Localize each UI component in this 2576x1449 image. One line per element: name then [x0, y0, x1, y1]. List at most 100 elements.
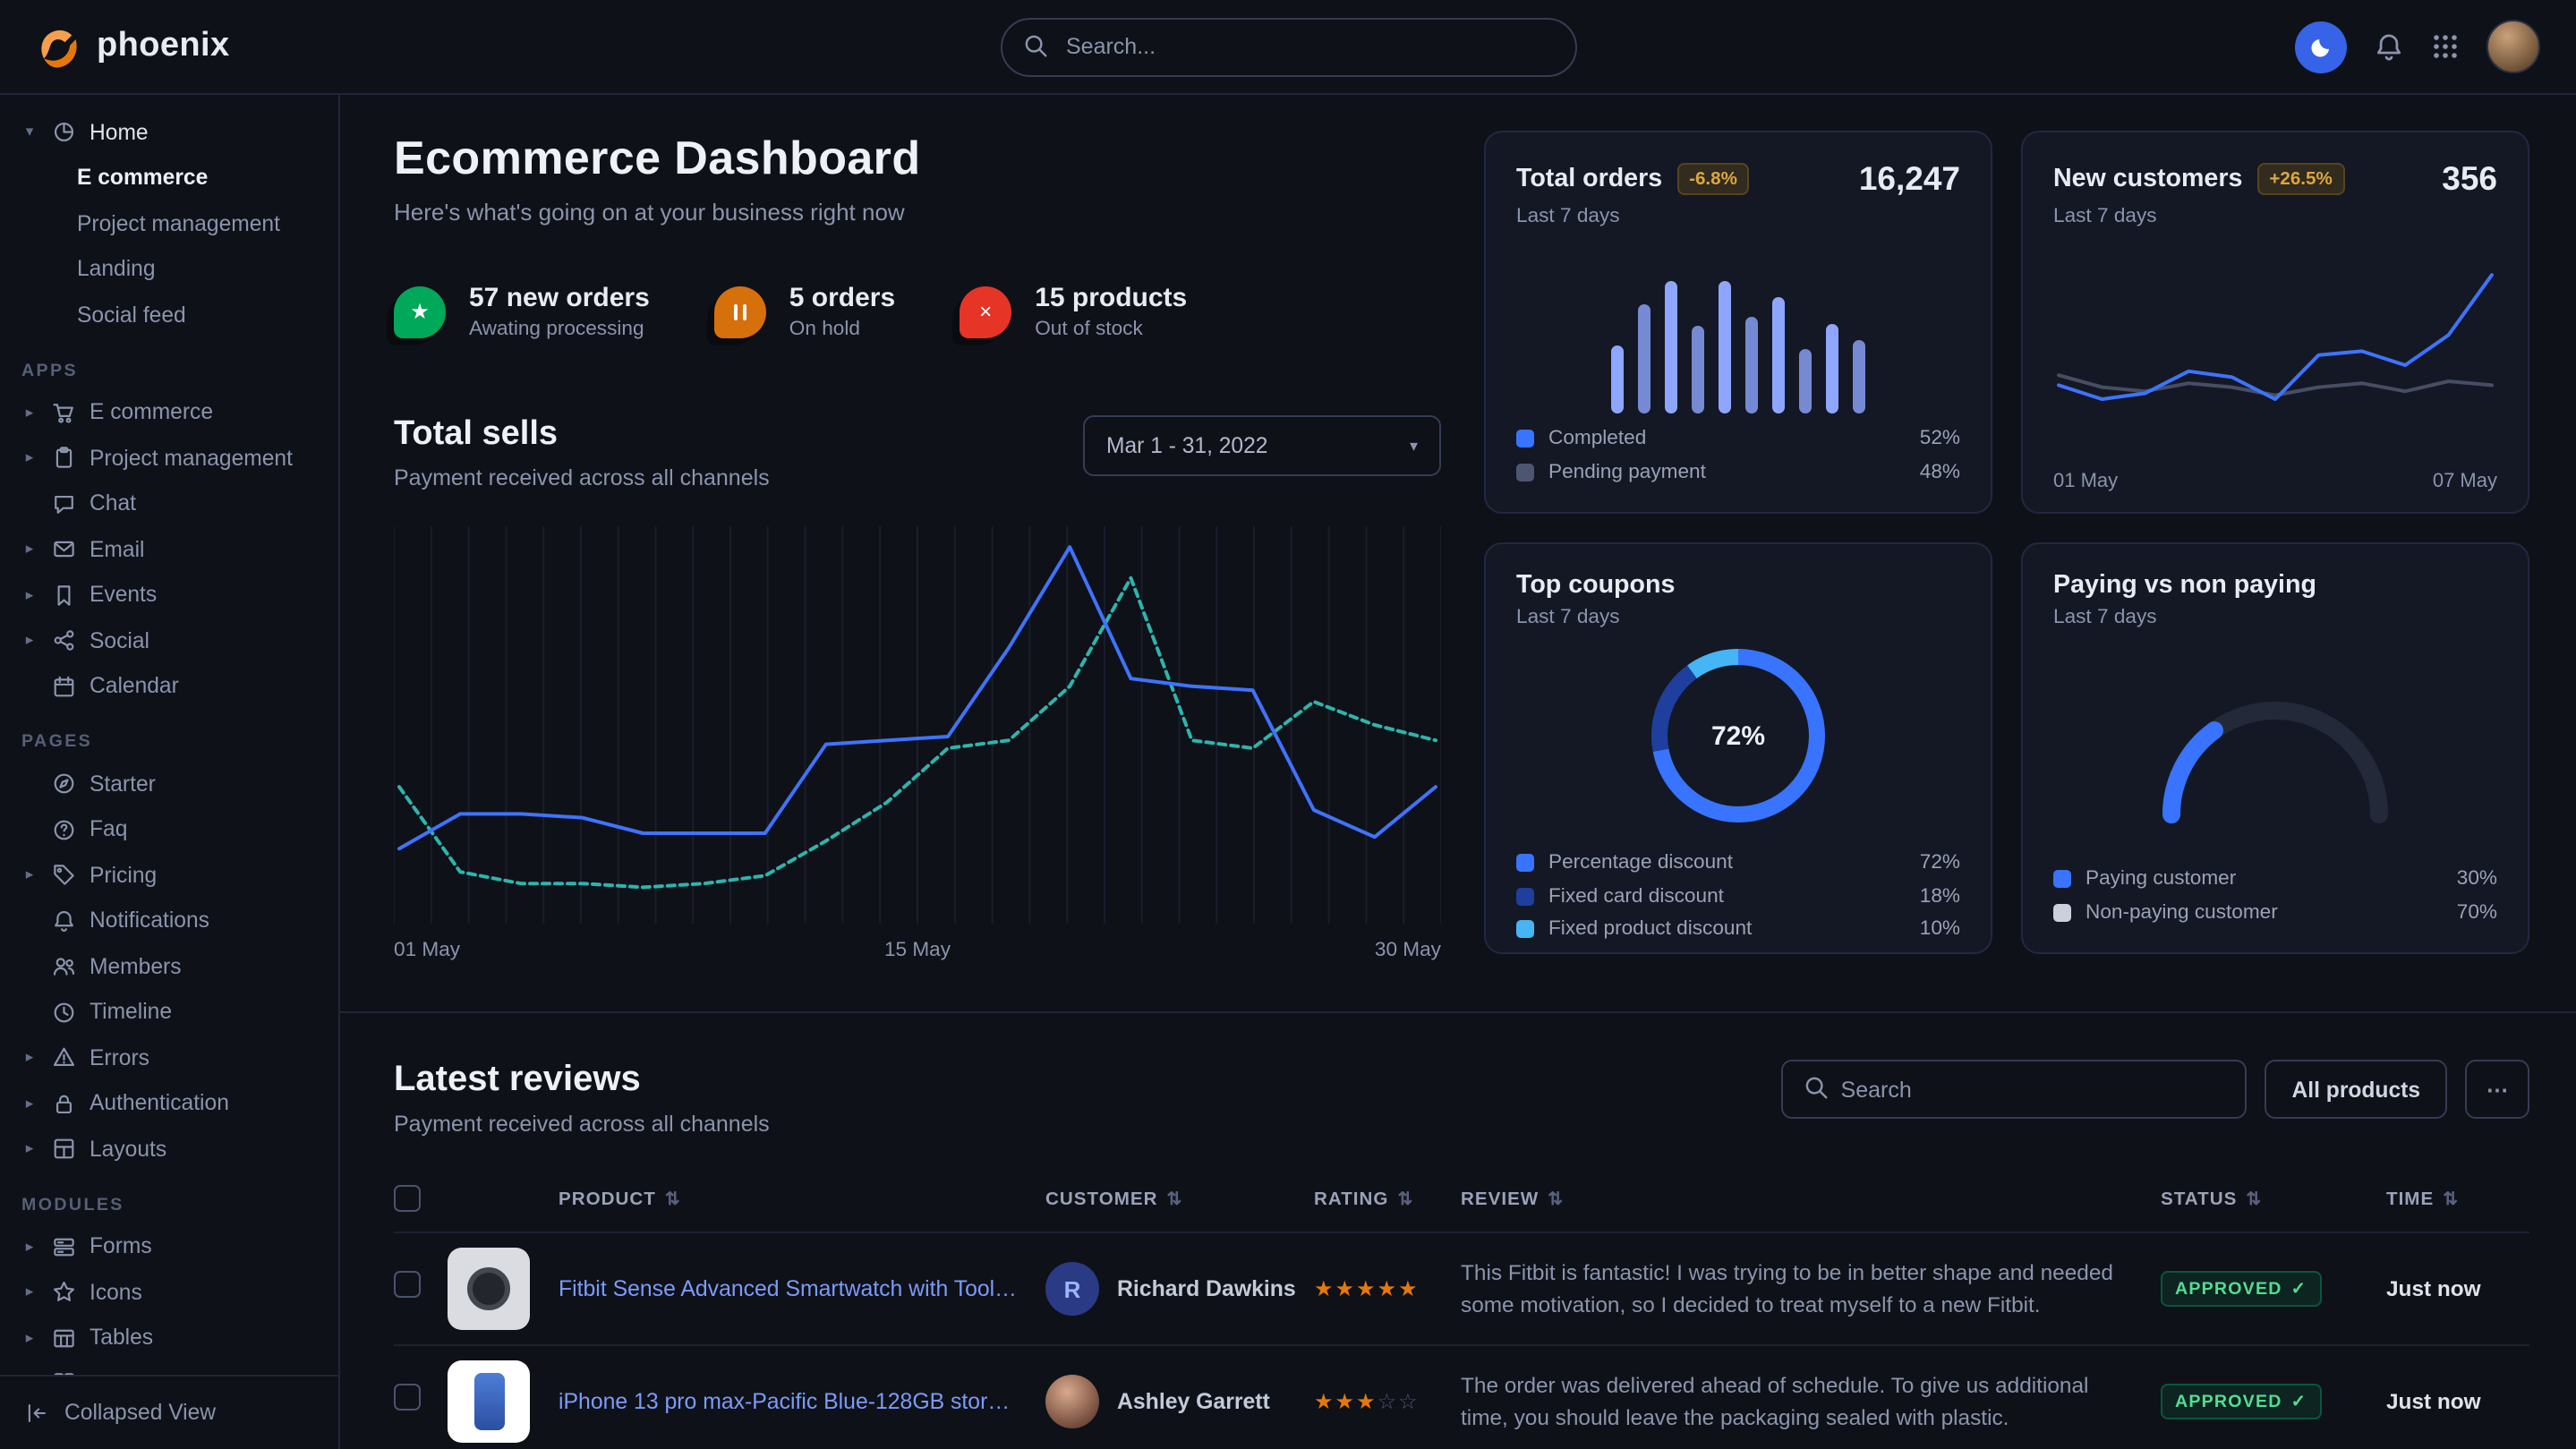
chevron-right-icon: ▸	[21, 1094, 38, 1113]
all-products-button[interactable]: All products	[2265, 1060, 2447, 1119]
sidebar-nav: ▾ Home E commerceProject managementLanding…	[0, 95, 338, 1374]
sidebar-item-icons[interactable]: ▸Icons	[21, 1269, 328, 1315]
sidebar-item-events[interactable]: ▸Events	[21, 572, 328, 618]
help-icon	[50, 816, 77, 843]
sidebar-item-project-management[interactable]: Project management	[21, 200, 328, 246]
product-link[interactable]: iPhone 13 pro max-Pacific Blue-128GB sto…	[559, 1389, 1045, 1414]
sidebar-item-forms[interactable]: ▸Forms	[21, 1223, 328, 1269]
sidebar-item-components[interactable]: ▸Components	[21, 1360, 328, 1374]
legend-item: Paying customer30%	[2053, 863, 2497, 896]
calendar-icon	[50, 673, 77, 700]
order-bar	[1772, 297, 1785, 413]
sidebar-item-label: Home	[90, 120, 149, 145]
sidebar-item-authentication[interactable]: ▸Authentication	[21, 1080, 328, 1126]
sidebar-item-starter[interactable]: Starter	[21, 761, 328, 806]
sidebar-section-title-modules: MODULES	[21, 1195, 328, 1215]
sidebar-item-email[interactable]: ▸Email	[21, 526, 328, 572]
star-icon	[50, 1279, 77, 1306]
product-thumbnail	[448, 1360, 530, 1443]
theme-toggle-button[interactable]	[2295, 21, 2347, 72]
chevron-right-icon: ▸	[21, 448, 38, 468]
sidebar-item-errors[interactable]: ▸Errors	[21, 1035, 328, 1080]
order-bar	[1745, 317, 1758, 413]
sidebar-item-chat[interactable]: Chat	[21, 481, 328, 526]
search-icon	[1021, 31, 1050, 60]
chevron-right-icon: ▸	[21, 631, 38, 651]
column-header-status[interactable]: STATUS⇅	[2161, 1190, 2386, 1210]
reviews-search	[1782, 1060, 2248, 1119]
check-icon: ✓	[2291, 1280, 2307, 1300]
pause-icon	[714, 286, 766, 337]
sidebar-item-layouts[interactable]: ▸Layouts	[21, 1126, 328, 1172]
total-sells-x-axis: 01 May 15 May 30 May	[394, 940, 1441, 961]
card-value: 16,247	[1859, 159, 1960, 199]
order-bar	[1611, 345, 1624, 413]
sidebar-item-home[interactable]: ▾ Home	[21, 109, 328, 155]
card-title: Total orders	[1516, 165, 1662, 193]
watch-image	[467, 1267, 510, 1310]
row-checkbox[interactable]	[394, 1384, 421, 1411]
sidebar-item-label: Pricing	[90, 863, 157, 888]
sidebar-item-members[interactable]: Members	[21, 943, 328, 989]
notifications-button[interactable]	[2374, 31, 2404, 62]
page-subtitle: Here's what's going on at your business …	[394, 199, 1441, 226]
x-tick: 15 May	[884, 940, 951, 961]
sidebar: ▾ Home E commerceProject managementLanding…	[0, 95, 340, 1449]
collapse-sidebar-button[interactable]: Collapsed View	[0, 1374, 338, 1449]
column-header-rating[interactable]: RATING⇅	[1314, 1190, 1461, 1210]
form-icon	[50, 1233, 77, 1260]
orders-bar-chart	[1516, 252, 1960, 413]
row-checkbox[interactable]	[394, 1271, 421, 1298]
sidebar-item-e-commerce[interactable]: ▸E commerce	[21, 389, 328, 435]
sidebar-item-social[interactable]: ▸Social	[21, 618, 328, 663]
sidebar-item-faq[interactable]: Faq	[21, 806, 328, 852]
clock-icon	[50, 999, 77, 1026]
sidebar-item-calendar[interactable]: Calendar	[21, 663, 328, 709]
order-bar	[1799, 349, 1812, 413]
coupons-legend: Percentage discount72%Fixed card discoun…	[1516, 847, 1960, 946]
product-link[interactable]: Fitbit Sense Advanced Smartwatch with To…	[559, 1276, 1045, 1301]
sort-icon: ⇅	[665, 1190, 681, 1210]
sidebar-item-e-commerce[interactable]: E commerce	[21, 155, 328, 200]
brand[interactable]: phoenix	[36, 23, 230, 70]
user-avatar[interactable]	[2486, 20, 2540, 73]
date-range-select[interactable]: Mar 1 - 31, 2022 ▾	[1083, 415, 1441, 476]
column-header-review[interactable]: REVIEW⇅	[1461, 1190, 2161, 1210]
chevron-down-icon: ▾	[21, 123, 38, 142]
sidebar-item-landing[interactable]: Landing	[21, 246, 328, 292]
sidebar-item-project-management[interactable]: ▸Project management	[21, 435, 328, 481]
sidebar-item-label: Events	[90, 583, 157, 608]
sidebar-item-timeline[interactable]: Timeline	[21, 989, 328, 1035]
dashboard-cards: Total orders -6.8% 16,247 Last 7 days Co…	[1484, 131, 2529, 961]
customer-avatar: R	[1045, 1262, 1099, 1316]
column-header-product[interactable]: PRODUCT⇅	[559, 1190, 1045, 1210]
total-sells-title: Total sells	[394, 415, 770, 455]
sidebar-item-pricing[interactable]: ▸Pricing	[21, 852, 328, 898]
sidebar-item-notifications[interactable]: Notifications	[21, 898, 328, 943]
x-tick: 01 May	[394, 940, 460, 961]
sidebar-item-tables[interactable]: ▸Tables	[21, 1315, 328, 1360]
order-bar	[1692, 325, 1704, 413]
column-header-customer[interactable]: CUSTOMER⇅	[1045, 1190, 1314, 1210]
apps-menu-button[interactable]	[2431, 32, 2460, 61]
more-actions-button[interactable]: ⋯	[2465, 1060, 2529, 1119]
sidebar-item-social-feed[interactable]: Social feed	[21, 292, 328, 337]
collapse-label: Collapsed View	[64, 1400, 216, 1425]
navbar-search-input[interactable]	[1000, 17, 1576, 76]
sidebar-item-label: Faq	[90, 817, 127, 842]
sidebar-item-label: Calendar	[90, 674, 179, 699]
chevron-right-icon: ▸	[21, 1237, 38, 1257]
column-header-time[interactable]: TIME⇅	[2386, 1190, 2529, 1210]
check-icon: ✓	[2291, 1393, 2307, 1412]
column-label: REVIEW	[1461, 1190, 1539, 1210]
reviews-title: Latest reviews	[394, 1060, 770, 1101]
select-all-checkbox[interactable]	[394, 1184, 421, 1211]
paying-legend: Paying customer30%Non-paying customer70%	[2053, 863, 2497, 929]
bell-icon	[50, 908, 77, 934]
navbar-actions	[2295, 20, 2540, 73]
legend-item: Fixed card discount18%	[1516, 880, 1960, 913]
tag-icon	[50, 862, 77, 889]
reviews-search-input[interactable]	[1782, 1060, 2248, 1119]
stat-value: 15 products	[1035, 283, 1187, 313]
legend-item: Completed52%	[1516, 422, 1960, 456]
